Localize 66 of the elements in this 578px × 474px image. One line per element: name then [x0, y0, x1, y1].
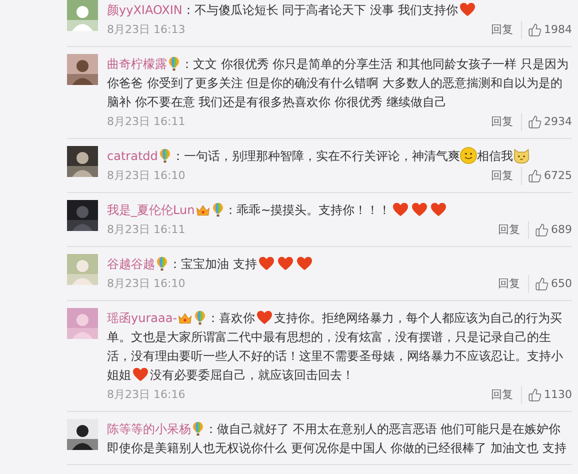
like-button[interactable]: 6725 [522, 167, 572, 185]
heart-icon [276, 256, 294, 271]
like-button[interactable]: 1984 [522, 21, 572, 39]
thumbs-up-icon [528, 23, 542, 37]
comment-text: 姐姐 [107, 366, 131, 384]
hot-air-balloon-icon [168, 56, 180, 71]
hot-air-balloon-icon [192, 421, 204, 436]
comment-text: 你爸爸 你受到了更多关注 但是你的确没有什么错啊 大多数人的恶意揣测和自以为是的 [107, 74, 562, 92]
smiley-icon [460, 147, 477, 164]
heart-icon [132, 367, 149, 382]
heart-icon [458, 2, 476, 17]
user-name[interactable]: 曲奇柠檬露 [107, 54, 167, 72]
reply-button[interactable]: 回复 [491, 167, 522, 185]
hot-air-balloon-icon [156, 256, 168, 271]
like-button[interactable]: 1130 [522, 386, 572, 404]
heart-icon [392, 202, 409, 217]
comment-time: 8月23日 16:16 [107, 387, 186, 403]
user-name[interactable]: 陈等等的小呆杨 [107, 420, 191, 438]
reply-button[interactable]: 回复 [498, 221, 529, 239]
user-name[interactable]: 我是_夏伦伦Lun [107, 200, 195, 218]
heart-icon [256, 310, 274, 325]
reply-button[interactable]: 回复 [498, 275, 529, 293]
comment-text: 支持你。拒绝网络暴力，每个人都应该为自己的行为买 [274, 310, 562, 326]
reply-button[interactable]: 回复 [491, 386, 522, 404]
comment-text: 脑补 你不要在意 我们还是有很多热喜欢你 你很优秀 继续做自己 [107, 94, 446, 110]
heart-icon [258, 256, 275, 271]
thumbs-up-icon [535, 223, 549, 237]
crown-badge-icon [196, 202, 210, 216]
comment-text: ：文文 你很优秀 你只是简单的分享生活 和其他同龄女孩子一样 只是因为 [181, 56, 568, 72]
comment-text: ：做自己就好了 不用太在意别人的恶言恶语 他们可能只是在嫉妒你 [205, 420, 561, 438]
comment-text: ：一句话，别理那种智障，实在不行关评论，神清气爽 [172, 148, 460, 164]
heart-icon [410, 202, 428, 217]
like-button[interactable]: 689 [529, 221, 572, 239]
user-name[interactable]: 颜yyXIAOXIN [107, 0, 182, 18]
comment-text: 即使你是美籍别人也无权说你什么 更何况你是中国人 你做的已经很棒了 加油文也 支持 [107, 440, 566, 456]
comment-text: 单。文也是大家所谓富二代中最有思想的，没有炫富，没有摆谱，只是记录自己的生 [107, 328, 551, 346]
user-name[interactable]: catratdd [107, 146, 158, 164]
comment-text: 活，没有理由要听一些人不好的话！这里不需要圣母婊，网络暴力不应该忍让。支持小 [107, 348, 563, 364]
crown-badge-icon [178, 310, 192, 324]
reply-button[interactable]: 回复 [491, 113, 522, 131]
like-button[interactable]: 650 [529, 275, 572, 293]
user-name[interactable]: 瑶函yuraaa- [107, 308, 178, 326]
thumbs-up-icon [528, 388, 542, 402]
comment-text: ：乖乖~摸摸头。支持你！！！ [224, 202, 391, 218]
comment-text: 相信我 [476, 148, 513, 164]
comment-text: ：不与傻瓜论短长 同于高者论天下 没事 我们支持你 [182, 2, 458, 18]
comment-time: 8月23日 16:13 [107, 22, 186, 38]
hot-air-balloon-icon [194, 310, 206, 325]
comment-time: 8月23日 16:10 [107, 168, 186, 184]
hot-air-balloon-icon [212, 202, 224, 217]
user-name[interactable]: 谷越谷越 [107, 254, 155, 272]
reply-button[interactable]: 回复 [491, 21, 522, 39]
comment-text: ：宝宝加油 支持 [169, 256, 257, 272]
comment-text: ：喜欢你 [207, 310, 256, 326]
like-button[interactable]: 2934 [522, 113, 572, 131]
thumbs-up-icon [528, 169, 542, 183]
heart-icon [296, 256, 313, 271]
comment-time: 8月23日 16:10 [107, 276, 186, 292]
hot-air-balloon-icon [158, 148, 171, 163]
comment-time: 8月23日 16:11 [107, 222, 186, 238]
comment-text: 没有必要委屈自己，就应该回击回去！ [150, 366, 354, 384]
thumbs-up-icon [528, 115, 542, 129]
thumbs-up-icon [535, 277, 549, 291]
comment-time: 8月23日 16:11 [107, 114, 186, 130]
heart-icon [430, 202, 447, 217]
cat-face-icon [512, 147, 530, 164]
